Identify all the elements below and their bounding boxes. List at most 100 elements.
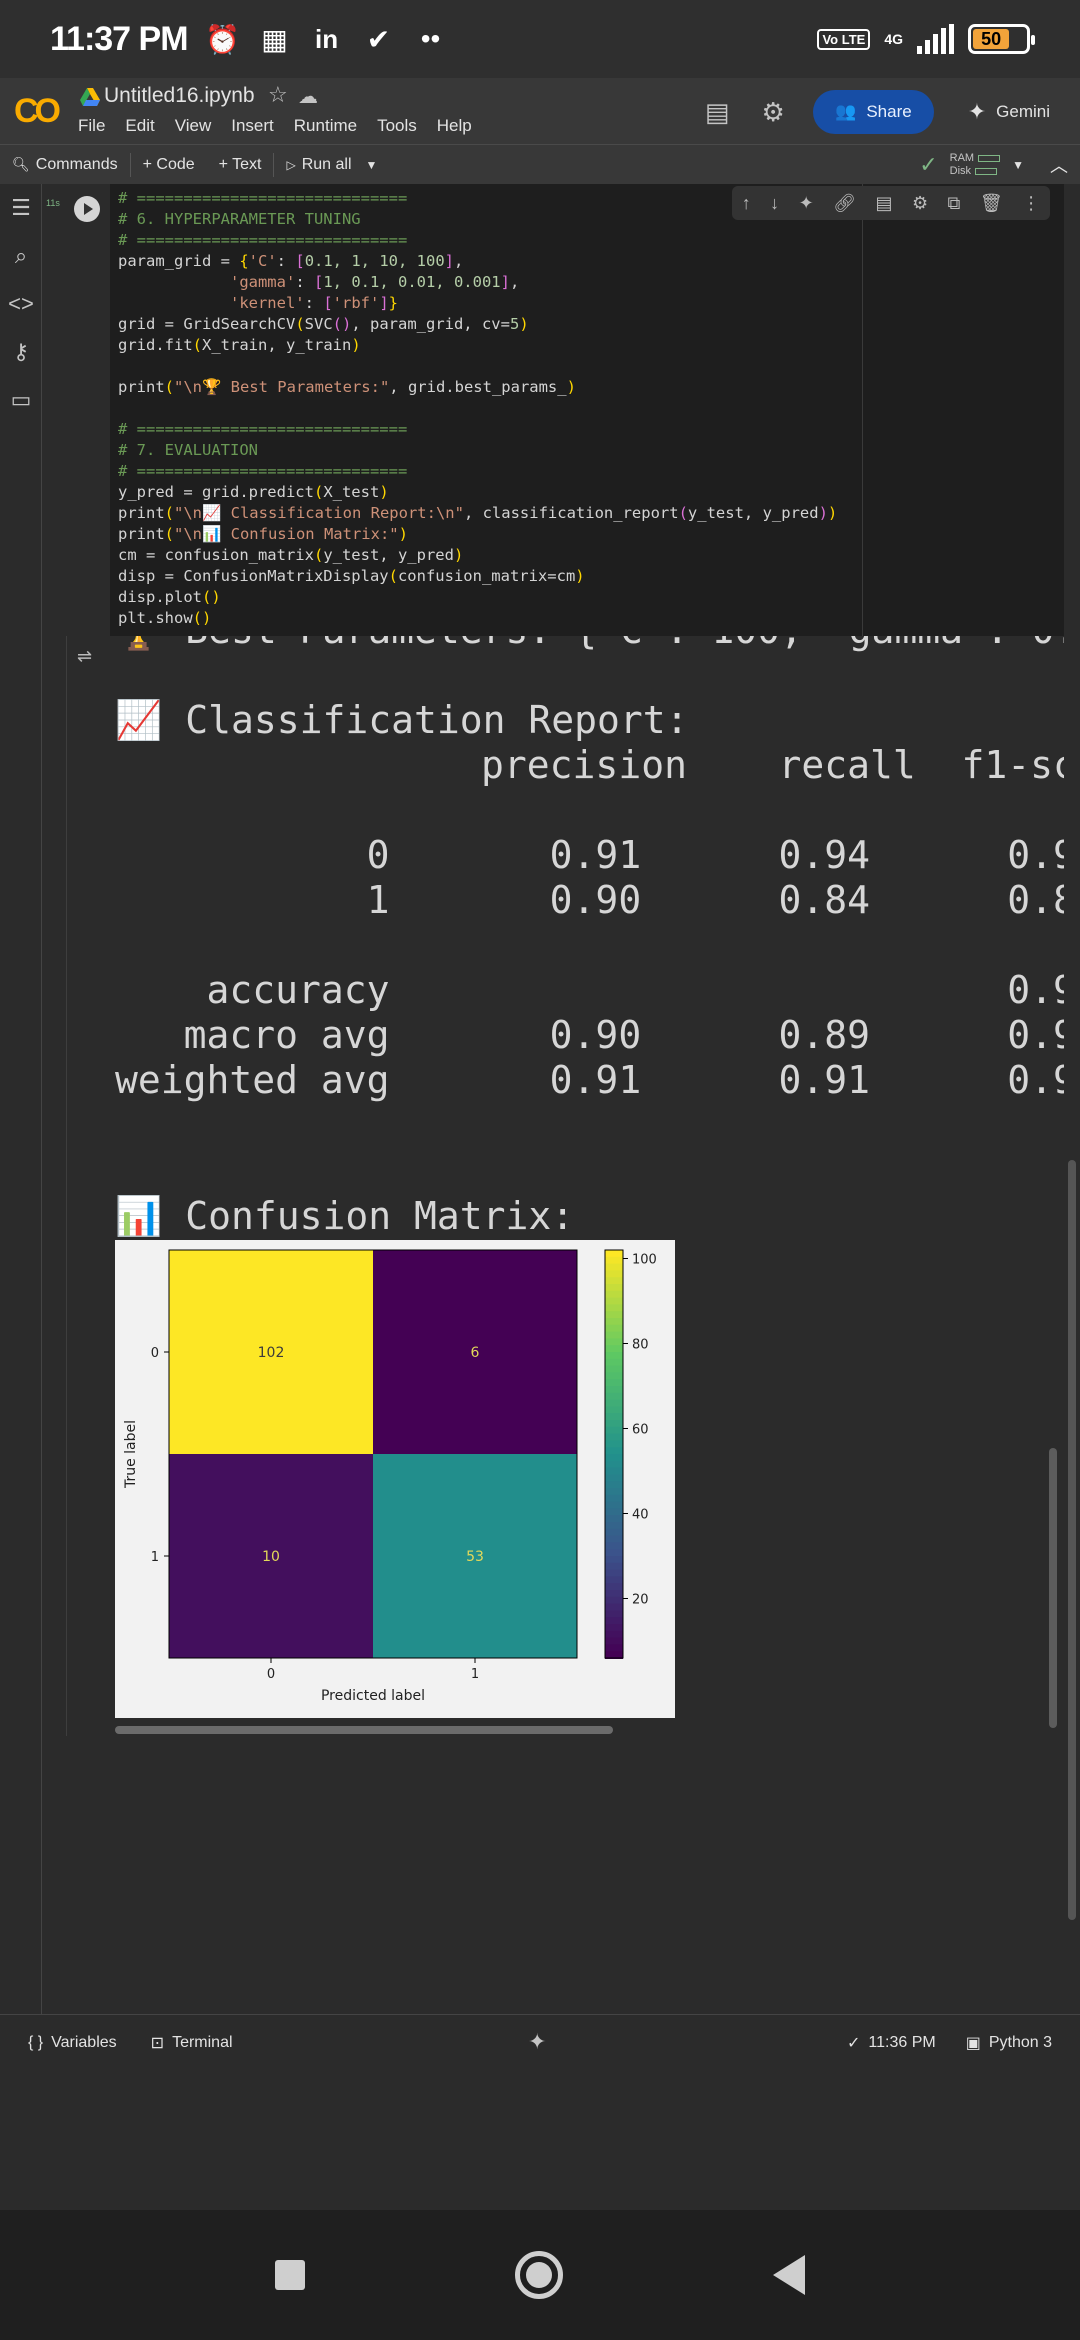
table-of-contents-icon[interactable]: ☰ [0, 184, 42, 232]
find-replace-icon[interactable]: ⌕ [0, 232, 42, 280]
move-down-icon[interactable]: ↓ [770, 193, 779, 214]
home-button[interactable] [515, 2251, 563, 2299]
recent-apps-button[interactable] [275, 2260, 305, 2290]
colorbar-tick-label: 20 [632, 1593, 649, 1608]
menu-insert[interactable]: Insert [231, 116, 274, 136]
execution-time: 11s [46, 198, 60, 208]
runtime-dropdown-icon[interactable]: ▼ [1012, 158, 1024, 172]
code-token: ( [295, 315, 305, 333]
collapse-header-icon[interactable]: ︿ [1050, 152, 1068, 178]
page-vertical-scrollbar[interactable] [1068, 1160, 1076, 1920]
runtime-label: Python 3 [988, 2033, 1052, 2051]
colorbar-segment [605, 1379, 623, 1387]
commands-label: Commands [35, 155, 118, 173]
battery-level: 50 [973, 29, 1010, 49]
x-tick-label: 1 [471, 1667, 479, 1682]
colorbar-segment [605, 1481, 623, 1489]
move-up-icon[interactable]: ↑ [742, 193, 751, 214]
gemini-cell-icon[interactable]: ✦ [799, 193, 814, 214]
colorbar-segment [605, 1324, 623, 1333]
code-line: 'gamma': [1, 0.1, 0.01, 0.001], [118, 272, 837, 293]
colorbar-segment [605, 1277, 623, 1285]
settings-gear-icon[interactable]: ⚙ [757, 96, 789, 128]
terminal-button[interactable]: ⊡ Terminal [151, 2033, 233, 2053]
secrets-key-icon[interactable]: ⚷ [0, 328, 42, 376]
link-icon[interactable]: 🔗︎ [833, 193, 856, 214]
menu-edit[interactable]: Edit [125, 116, 154, 136]
last-run-status[interactable]: ✓ 11:36 PM [847, 2033, 936, 2053]
gemini-sparkle-icon[interactable]: ✦ [528, 2029, 546, 2055]
code-token: () [332, 315, 352, 333]
colorbar-segment [605, 1535, 623, 1544]
mirror-cell-icon[interactable]: ⧉ [948, 193, 961, 214]
colorbar-segment [605, 1488, 623, 1496]
google-drive-icon [80, 88, 100, 106]
colab-logo[interactable]: CO [14, 92, 61, 131]
resource-monitor[interactable]: RAM Disk [949, 152, 1001, 178]
output-vertical-scrollbar[interactable] [1049, 1448, 1057, 1728]
add-code-button[interactable]: + Code [131, 156, 207, 174]
code-token: ) [575, 567, 585, 585]
connected-check-icon: ✓ [919, 151, 938, 177]
gemini-button[interactable]: ✦ Gemini [958, 99, 1060, 125]
run-all-button[interactable]: ▷ Run all ▼ [274, 156, 389, 174]
delete-icon[interactable]: 🗑︎ [980, 193, 1003, 214]
code-token: ] [444, 252, 455, 270]
menu-tools[interactable]: Tools [377, 116, 417, 136]
colorbar-segment [605, 1290, 623, 1299]
files-folder-icon[interactable]: ▭ [0, 376, 42, 424]
colorbar-segment [605, 1318, 623, 1326]
horizontal-scrollbar[interactable] [115, 1726, 613, 1734]
code-snippets-icon[interactable]: <> [0, 280, 42, 328]
code-line: print("\n📊 Confusion Matrix:") [118, 524, 837, 545]
comment-icon[interactable]: ▤ [875, 193, 892, 214]
menu-help[interactable]: Help [437, 116, 472, 136]
commands-button[interactable]: 🔍︎ Commands [0, 156, 130, 174]
cell-value: 10 [262, 1549, 280, 1565]
cell-settings-icon[interactable]: ⚙ [912, 193, 928, 214]
code-token: ( [192, 336, 202, 354]
menu-file[interactable]: File [78, 116, 105, 136]
code-token: , grid.best_params_ [389, 378, 567, 396]
colorbar-segment [605, 1284, 623, 1292]
code-cell[interactable]: 11s # ============================= # 6. … [44, 184, 1064, 636]
star-icon[interactable]: ☆ [268, 82, 288, 108]
code-line: # ============================= [118, 419, 837, 440]
run-cell-button[interactable] [74, 196, 100, 222]
code-token: # 6. HYPERPARAMETER TUNING [118, 210, 361, 228]
code-token: ( [164, 525, 175, 543]
code-token: ( [388, 567, 398, 585]
variables-button[interactable]: { } Variables [28, 2034, 117, 2052]
back-button[interactable] [773, 2255, 805, 2295]
code-line: 'kernel': ['rbf']} [118, 293, 837, 314]
code-token: : [295, 273, 314, 291]
colorbar-segment [605, 1386, 623, 1394]
code-token: ( [313, 546, 324, 564]
code-token: # ============================= [118, 462, 408, 480]
share-button[interactable]: 👥 Share [813, 90, 934, 134]
play-icon: ▷ [286, 157, 296, 172]
code-token: 0.1, 1, 10, 100 [304, 252, 445, 270]
code-token: ) [519, 315, 529, 333]
notebook-title[interactable]: Untitled16.ipynb [104, 84, 255, 108]
code-token: 1, 0.1, 0.01, 0.001 [323, 273, 501, 291]
code-editor[interactable]: # ============================= # 6. HYPE… [118, 188, 837, 629]
disk-label: Disk [949, 164, 972, 177]
colorbar-segment [605, 1460, 623, 1469]
more-options-icon[interactable]: ⋮ [1022, 193, 1040, 214]
colorbar-tick-label: 60 [632, 1423, 649, 1438]
output-actions-icon[interactable]: ⇌ [77, 646, 92, 667]
checkmark-icon: ✓ [847, 2034, 861, 2052]
run-options-chevron-icon[interactable]: ▼ [366, 158, 378, 172]
code-line: grid = GridSearchCV(SVC(), param_grid, c… [118, 314, 837, 335]
colorbar-segment [605, 1256, 623, 1265]
menu-runtime[interactable]: Runtime [294, 116, 357, 136]
code-token: , classification_report [463, 504, 679, 522]
comments-icon[interactable]: ▤ [701, 96, 733, 128]
notebook-toolbar: 🔍︎ Commands + Code + Text ▷ Run all ▼ ✓ … [0, 144, 1080, 184]
colorbar-tick-label: 100 [632, 1253, 657, 1268]
runtime-type[interactable]: ▣ Python 3 [966, 2033, 1052, 2053]
add-text-button[interactable]: + Text [207, 156, 274, 174]
menu-view[interactable]: View [175, 116, 212, 136]
